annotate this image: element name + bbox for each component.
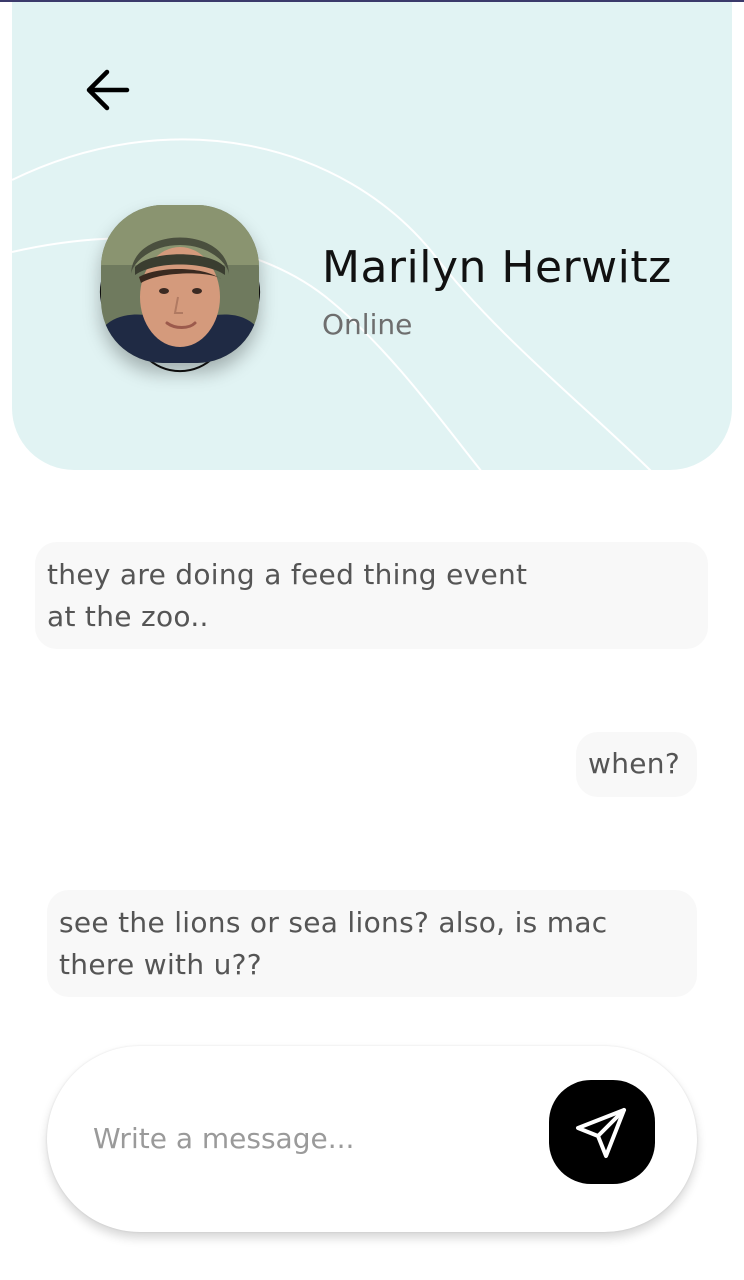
- send-button[interactable]: [549, 1080, 655, 1184]
- message-composer: [47, 1046, 697, 1232]
- message-bubble-incoming: see the lions or sea lions? also, is mac…: [47, 890, 697, 997]
- chat-screen: Marilyn Herwitz Online they are doing a …: [0, 0, 744, 1280]
- avatar: [101, 205, 259, 363]
- chat-header: Marilyn Herwitz Online: [12, 2, 732, 470]
- contact-status: Online: [322, 308, 413, 341]
- avatar-container[interactable]: [74, 186, 286, 398]
- arrow-left-icon: [86, 69, 130, 111]
- message-text: there with u??: [59, 948, 262, 981]
- message-text: when?: [588, 747, 680, 780]
- message-bubble-outgoing: when?: [576, 732, 697, 797]
- paper-plane-icon: [576, 1108, 626, 1158]
- message-text: see the lions or sea lions? also, is mac: [59, 906, 608, 939]
- message-text: they are doing a feed thing event: [47, 558, 528, 591]
- message-bubble-incoming: they are doing a feed thing event at the…: [35, 542, 708, 649]
- avatar-photo: [101, 205, 259, 363]
- back-button[interactable]: [82, 64, 134, 116]
- contact-name: Marilyn Herwitz: [322, 242, 672, 293]
- message-text: at the zoo..: [47, 600, 209, 633]
- message-input[interactable]: [93, 1110, 513, 1166]
